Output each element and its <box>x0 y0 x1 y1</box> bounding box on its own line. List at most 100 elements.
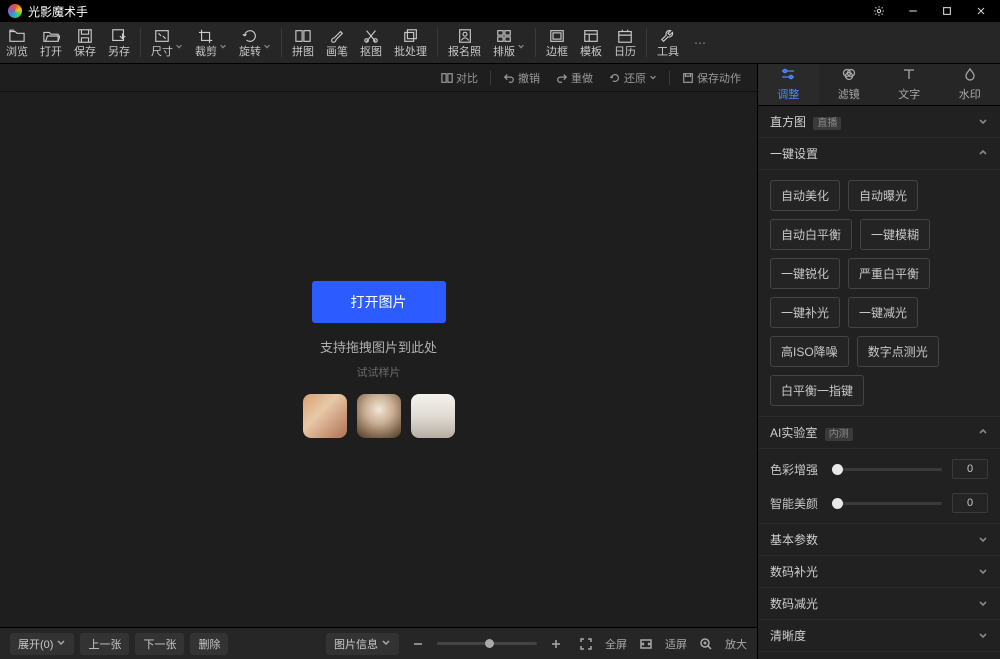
sample-thumbnails <box>303 394 455 438</box>
canvas-body[interactable]: 打开图片 支持拖拽图片到此处 试试样片 <box>0 92 757 627</box>
beauty-value[interactable]: 0 <box>952 493 988 513</box>
browse-label: 浏览 <box>6 46 28 58</box>
tab-adjust-label: 调整 <box>777 86 799 102</box>
idphoto-label: 报名照 <box>448 46 481 58</box>
next-button[interactable]: 下一张 <box>135 633 184 655</box>
cutout-button[interactable]: 抠图 <box>354 22 388 63</box>
sample-image-1[interactable] <box>303 394 347 438</box>
tools-button[interactable]: 工具 <box>651 22 685 63</box>
border-button[interactable]: 边框 <box>540 22 574 63</box>
right-panel-scroll[interactable]: 直方图 直播 一键设置 自动美化自动曝光自动白平衡一键模糊一键锐化严重白平衡一键… <box>758 106 1000 659</box>
save-label: 保存 <box>74 46 96 58</box>
redo-label: 重做 <box>571 70 593 86</box>
chevron-up-icon <box>978 147 988 161</box>
size-button[interactable]: 尺寸 <box>145 22 189 63</box>
zoom-out-icon[interactable] <box>407 633 429 655</box>
canvas-column: 对比 撤销 重做 还原 保存动作 打开图 <box>0 64 757 659</box>
save-button[interactable]: 保存 <box>68 22 102 63</box>
image-info-button[interactable]: 图片信息 <box>326 633 399 655</box>
onekey-chip-8[interactable]: 高ISO降噪 <box>770 336 849 367</box>
restore-button[interactable]: 还原 <box>603 68 663 88</box>
onekey-chip-9[interactable]: 数字点测光 <box>857 336 939 367</box>
batch-button[interactable]: 批处理 <box>388 22 433 63</box>
brush-button[interactable]: 画笔 <box>320 22 354 63</box>
onekey-chip-5[interactable]: 严重白平衡 <box>848 258 930 289</box>
chevron-down-icon <box>978 533 988 547</box>
save-action-button[interactable]: 保存动作 <box>676 68 747 88</box>
main-toolbar: 浏览 打开 保存 另存 尺寸 裁剪 <box>0 22 1000 64</box>
tab-watermark-label: 水印 <box>959 86 981 102</box>
onekey-chip-0[interactable]: 自动美化 <box>770 180 840 211</box>
onekey-chip-1[interactable]: 自动曝光 <box>848 180 918 211</box>
calendar-button[interactable]: 日历 <box>608 22 642 63</box>
beauty-label: 智能美颜 <box>770 495 822 512</box>
chevron-down-icon <box>978 115 988 129</box>
color-enhance-slider[interactable] <box>832 468 942 471</box>
chevron-down-icon <box>381 637 391 650</box>
title-bar: 光影魔术手 <box>0 0 1000 22</box>
batch-label: 批处理 <box>394 46 427 58</box>
browse-button[interactable]: 浏览 <box>0 22 34 63</box>
main-area: 对比 撤销 重做 还原 保存动作 打开图 <box>0 64 1000 659</box>
saveas-button[interactable]: 另存 <box>102 22 136 63</box>
prev-button[interactable]: 上一张 <box>80 633 129 655</box>
section-digital-reduce[interactable]: 数码减光 <box>758 588 1000 620</box>
section-ailab-body: 色彩增强 0 智能美颜 0 <box>758 449 1000 524</box>
app-logo-icon <box>8 4 22 18</box>
tab-text[interactable]: 文字 <box>879 64 940 105</box>
crop-button[interactable]: 裁剪 <box>189 22 233 63</box>
template-label: 模板 <box>580 46 602 58</box>
undo-label: 撤销 <box>518 70 540 86</box>
section-clarity[interactable]: 清晰度 <box>758 620 1000 652</box>
sample-image-2[interactable] <box>357 394 401 438</box>
tab-filter[interactable]: 滤镜 <box>819 64 880 105</box>
section-levels[interactable]: 色阶 <box>758 652 1000 659</box>
onekey-chip-7[interactable]: 一键减光 <box>848 297 918 328</box>
more-button[interactable]: ⋯ <box>685 22 715 63</box>
tab-adjust[interactable]: 调整 <box>758 64 819 105</box>
settings-gear-icon[interactable] <box>866 1 892 21</box>
rotate-button[interactable]: 旋转 <box>233 22 277 63</box>
onekey-chip-3[interactable]: 一键模糊 <box>860 219 930 250</box>
minimize-button[interactable] <box>900 1 926 21</box>
zoom-slider[interactable] <box>437 642 537 645</box>
section-ailab-header[interactable]: AI实验室 内测 <box>758 417 1000 449</box>
sample-image-3[interactable] <box>411 394 455 438</box>
compare-button[interactable]: 对比 <box>435 68 484 88</box>
chevron-down-icon <box>263 39 271 47</box>
onekey-chip-10[interactable]: 白平衡一指键 <box>770 375 864 406</box>
delete-button[interactable]: 删除 <box>190 633 228 655</box>
expand-label: 展开(0) <box>18 636 53 652</box>
layout-label: 排版 <box>493 46 515 58</box>
fit-screen-icon[interactable] <box>635 633 657 655</box>
onekey-chip-4[interactable]: 一键锐化 <box>770 258 840 289</box>
chevron-up-icon <box>978 426 988 440</box>
section-histogram[interactable]: 直方图 直播 <box>758 106 1000 138</box>
section-basic[interactable]: 基本参数 <box>758 524 1000 556</box>
compare-label: 对比 <box>456 70 478 86</box>
stitch-button[interactable]: 拼图 <box>286 22 320 63</box>
color-enhance-value[interactable]: 0 <box>952 459 988 479</box>
section-digital-fill[interactable]: 数码补光 <box>758 556 1000 588</box>
close-button[interactable] <box>968 1 994 21</box>
onekey-chip-2[interactable]: 自动白平衡 <box>770 219 852 250</box>
template-button[interactable]: 模板 <box>574 22 608 63</box>
open-label: 打开 <box>40 46 62 58</box>
open-image-button[interactable]: 打开图片 <box>312 281 446 323</box>
undo-button[interactable]: 撤销 <box>497 68 546 88</box>
idphoto-button[interactable]: 报名照 <box>442 22 487 63</box>
redo-button[interactable]: 重做 <box>550 68 599 88</box>
tab-watermark[interactable]: 水印 <box>940 64 1000 105</box>
layout-button[interactable]: 排版 <box>487 22 531 63</box>
enlarge-icon[interactable] <box>695 633 717 655</box>
expand-button[interactable]: 展开(0) <box>10 633 74 655</box>
zoom-in-icon[interactable] <box>545 633 567 655</box>
onekey-chip-6[interactable]: 一键补光 <box>770 297 840 328</box>
chevron-down-icon <box>649 72 657 84</box>
fullscreen-label: 全屏 <box>605 636 627 652</box>
beauty-slider[interactable] <box>832 502 942 505</box>
maximize-button[interactable] <box>934 1 960 21</box>
section-onekey-header[interactable]: 一键设置 <box>758 138 1000 170</box>
fullscreen-icon[interactable] <box>575 633 597 655</box>
open-button[interactable]: 打开 <box>34 22 68 63</box>
